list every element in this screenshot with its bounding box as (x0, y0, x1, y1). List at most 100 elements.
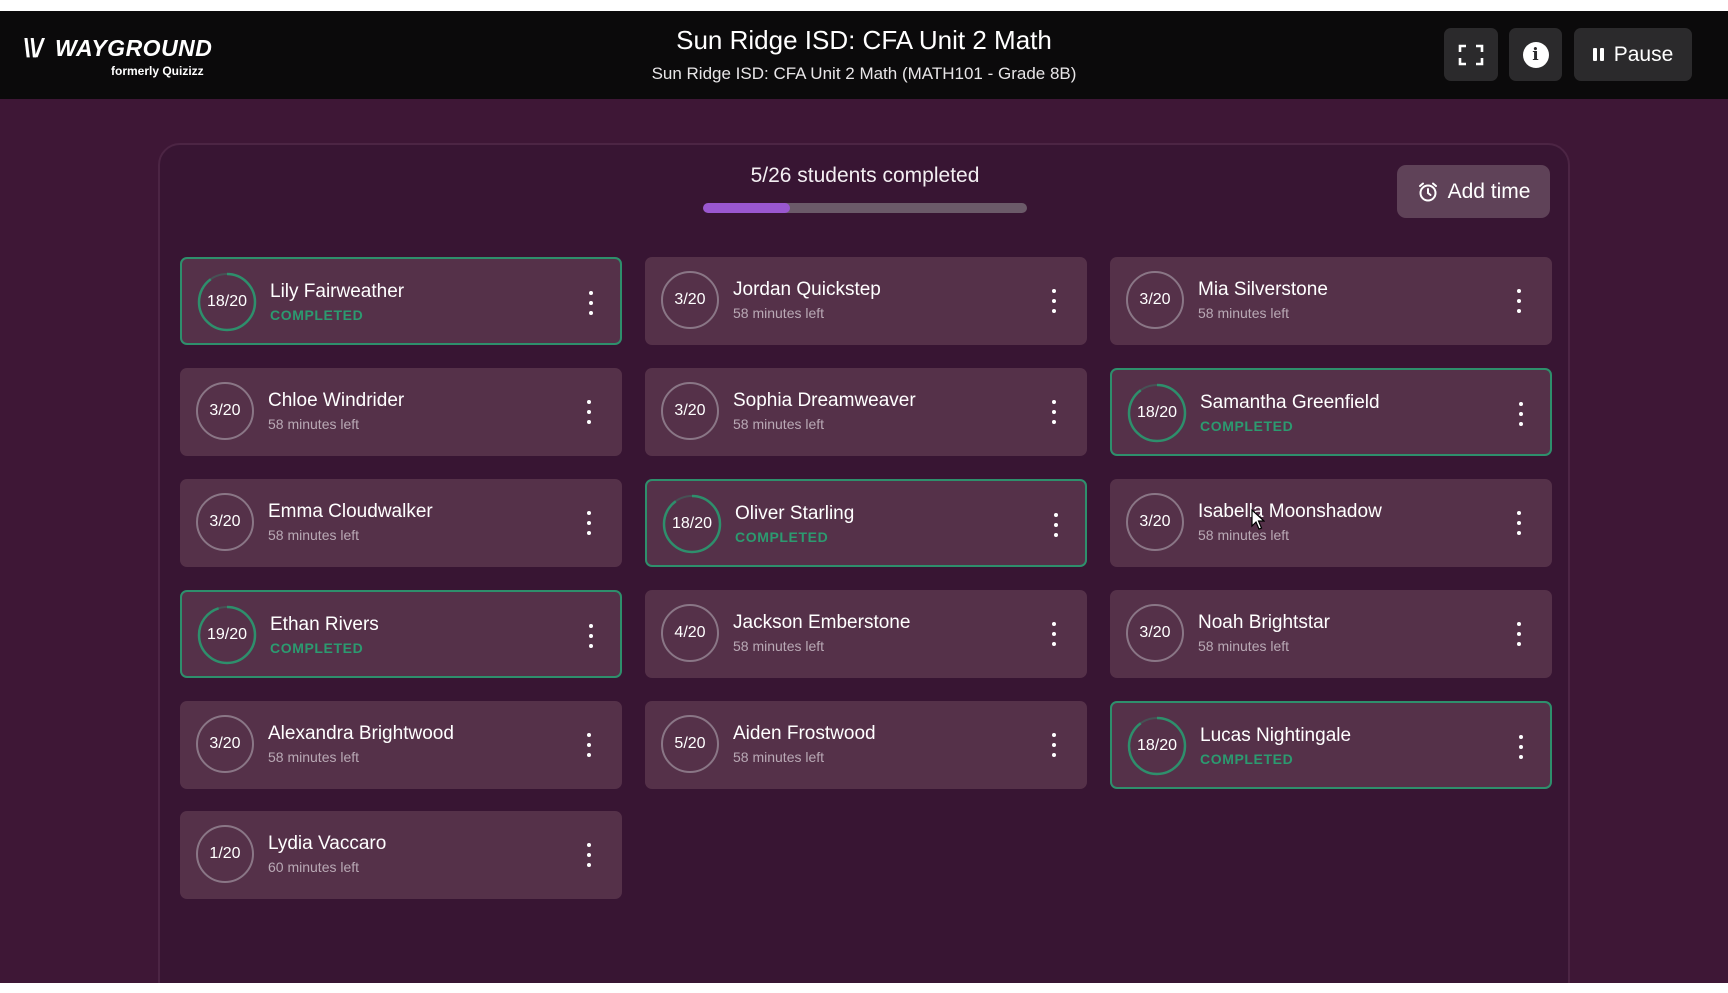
score-ring: 3/20 (194, 491, 256, 553)
mouse-cursor-icon (1251, 509, 1265, 530)
score-ring: 1/20 (194, 823, 256, 885)
student-card[interactable]: 5/20 Aiden Frostwood 58 minutes left (645, 701, 1087, 789)
score-ring: 3/20 (194, 380, 256, 442)
student-name: Lucas Nightingale (1200, 725, 1352, 746)
live-dashboard: \\/ WAYGROUND formerly Quizizz Sun Ridge… (0, 11, 1728, 983)
student-card[interactable]: 18/20 Oliver Starling COMPLETED (645, 479, 1087, 567)
student-card[interactable]: 3/20 Jordan Quickstep 58 minutes left (645, 257, 1087, 345)
student-status: 58 minutes left (1198, 638, 1290, 654)
student-card[interactable]: 18/20 Samantha Greenfield COMPLETED (1110, 368, 1552, 456)
student-score: 19/20 (206, 626, 248, 643)
student-card[interactable]: 1/20 Lydia Vaccaro 60 minutes left (180, 811, 622, 899)
score-ring: 18/20 (661, 493, 723, 555)
more-options-icon[interactable] (1047, 513, 1065, 537)
more-options-icon[interactable] (1510, 511, 1528, 535)
student-name: Noah Brightstar (1198, 612, 1331, 633)
student-score: 3/20 (209, 735, 241, 752)
student-card[interactable]: 19/20 Ethan Rivers COMPLETED (180, 590, 622, 678)
student-card[interactable]: 3/20 Mia Silverstone 58 minutes left (1110, 257, 1552, 345)
student-status: 58 minutes left (268, 527, 360, 543)
student-status: 58 minutes left (1198, 305, 1290, 321)
student-status: COMPLETED (1200, 418, 1294, 434)
score-ring: 4/20 (659, 602, 721, 664)
student-name: Lydia Vaccaro (268, 833, 387, 854)
pause-button[interactable]: Pause (1574, 28, 1692, 81)
score-ring: 3/20 (1124, 491, 1186, 553)
fullscreen-icon (1458, 44, 1484, 65)
more-options-icon[interactable] (1510, 289, 1528, 313)
student-name: Mia Silverstone (1198, 279, 1328, 300)
logo-subtext: formerly Quizizz (111, 64, 204, 78)
more-options-icon[interactable] (580, 733, 598, 757)
student-name: Jackson Emberstone (733, 612, 911, 633)
score-ring: 3/20 (1124, 269, 1186, 331)
student-status: 60 minutes left (268, 859, 360, 875)
info-button[interactable]: i (1509, 28, 1562, 81)
student-score: 5/20 (674, 735, 706, 752)
more-options-icon[interactable] (1512, 402, 1530, 426)
student-status: 58 minutes left (733, 416, 825, 432)
student-status: 58 minutes left (733, 305, 825, 321)
student-card[interactable]: 3/20 Emma Cloudwalker 58 minutes left (180, 479, 622, 567)
student-card[interactable]: 18/20 Lucas Nightingale COMPLETED (1110, 701, 1552, 789)
more-options-icon[interactable] (1045, 733, 1063, 757)
more-options-icon[interactable] (580, 511, 598, 535)
more-options-icon[interactable] (1045, 622, 1063, 646)
student-score: 3/20 (209, 402, 241, 419)
wayground-logo-icon: \\/ (23, 33, 43, 63)
student-score: 18/20 (206, 293, 248, 310)
fullscreen-button[interactable] (1444, 28, 1498, 81)
student-score: 4/20 (674, 624, 706, 641)
quiz-title: Sun Ridge ISD: CFA Unit 2 Math (676, 25, 1052, 55)
student-name: Lily Fairweather (270, 281, 405, 302)
score-ring: 18/20 (196, 271, 258, 333)
student-name: Sophia Dreamweaver (733, 390, 916, 411)
student-score: 18/20 (1136, 737, 1178, 754)
add-time-label: Add time (1447, 179, 1531, 203)
more-options-icon[interactable] (1045, 400, 1063, 424)
student-name: Aiden Frostwood (733, 723, 876, 744)
score-ring: 18/20 (1126, 382, 1188, 444)
students-panel: 5/26 students completed Add time 18/20 Li… (158, 143, 1570, 983)
score-ring: 3/20 (659, 269, 721, 331)
pause-icon (1592, 48, 1604, 61)
student-status: 58 minutes left (268, 416, 360, 432)
alarm-clock-icon (1418, 182, 1437, 201)
score-ring: 3/20 (1124, 602, 1186, 664)
more-options-icon[interactable] (1510, 622, 1528, 646)
more-options-icon[interactable] (582, 624, 600, 648)
score-ring: 19/20 (196, 604, 258, 666)
student-card[interactable]: 3/20 Noah Brightstar 58 minutes left (1110, 590, 1552, 678)
add-time-button[interactable]: Add time (1397, 165, 1550, 218)
student-status: 58 minutes left (733, 638, 825, 654)
student-card[interactable]: 4/20 Jackson Emberstone 58 minutes left (645, 590, 1087, 678)
student-status: 58 minutes left (733, 749, 825, 765)
completion-progress-fill (703, 203, 791, 213)
score-ring: 18/20 (1126, 715, 1188, 777)
student-score: 18/20 (671, 515, 713, 532)
more-options-icon[interactable] (580, 400, 598, 424)
student-card[interactable]: 3/20 Chloe Windrider 58 minutes left (180, 368, 622, 456)
student-status: 58 minutes left (268, 749, 360, 765)
student-card[interactable]: 3/20 Isabella Moonshadow 58 minutes left (1110, 479, 1552, 567)
student-status: 58 minutes left (1198, 527, 1290, 543)
completion-label: 5/26 students completed (750, 164, 980, 187)
more-options-icon[interactable] (582, 291, 600, 315)
student-score: 3/20 (674, 402, 706, 419)
student-card[interactable]: 3/20 Sophia Dreamweaver 58 minutes left (645, 368, 1087, 456)
more-options-icon[interactable] (1045, 289, 1063, 313)
wayground-logo[interactable]: \\/ WAYGROUND formerly Quizizz (23, 33, 213, 83)
completion-progress-bar (703, 203, 1027, 213)
more-options-icon[interactable] (1512, 735, 1530, 759)
score-ring: 3/20 (194, 713, 256, 775)
student-score: 3/20 (209, 513, 241, 530)
student-card[interactable]: 3/20 Alexandra Brightwood 58 minutes left (180, 701, 622, 789)
student-name: Alexandra Brightwood (268, 723, 454, 744)
student-card[interactable]: 18/20 Lily Fairweather COMPLETED (180, 257, 622, 345)
student-name: Isabella Moonshadow (1198, 501, 1382, 522)
score-ring: 5/20 (659, 713, 721, 775)
pause-label: Pause (1613, 42, 1674, 66)
more-options-icon[interactable] (580, 843, 598, 867)
student-name: Jordan Quickstep (733, 279, 881, 300)
logo-text: WAYGROUND (55, 35, 213, 61)
